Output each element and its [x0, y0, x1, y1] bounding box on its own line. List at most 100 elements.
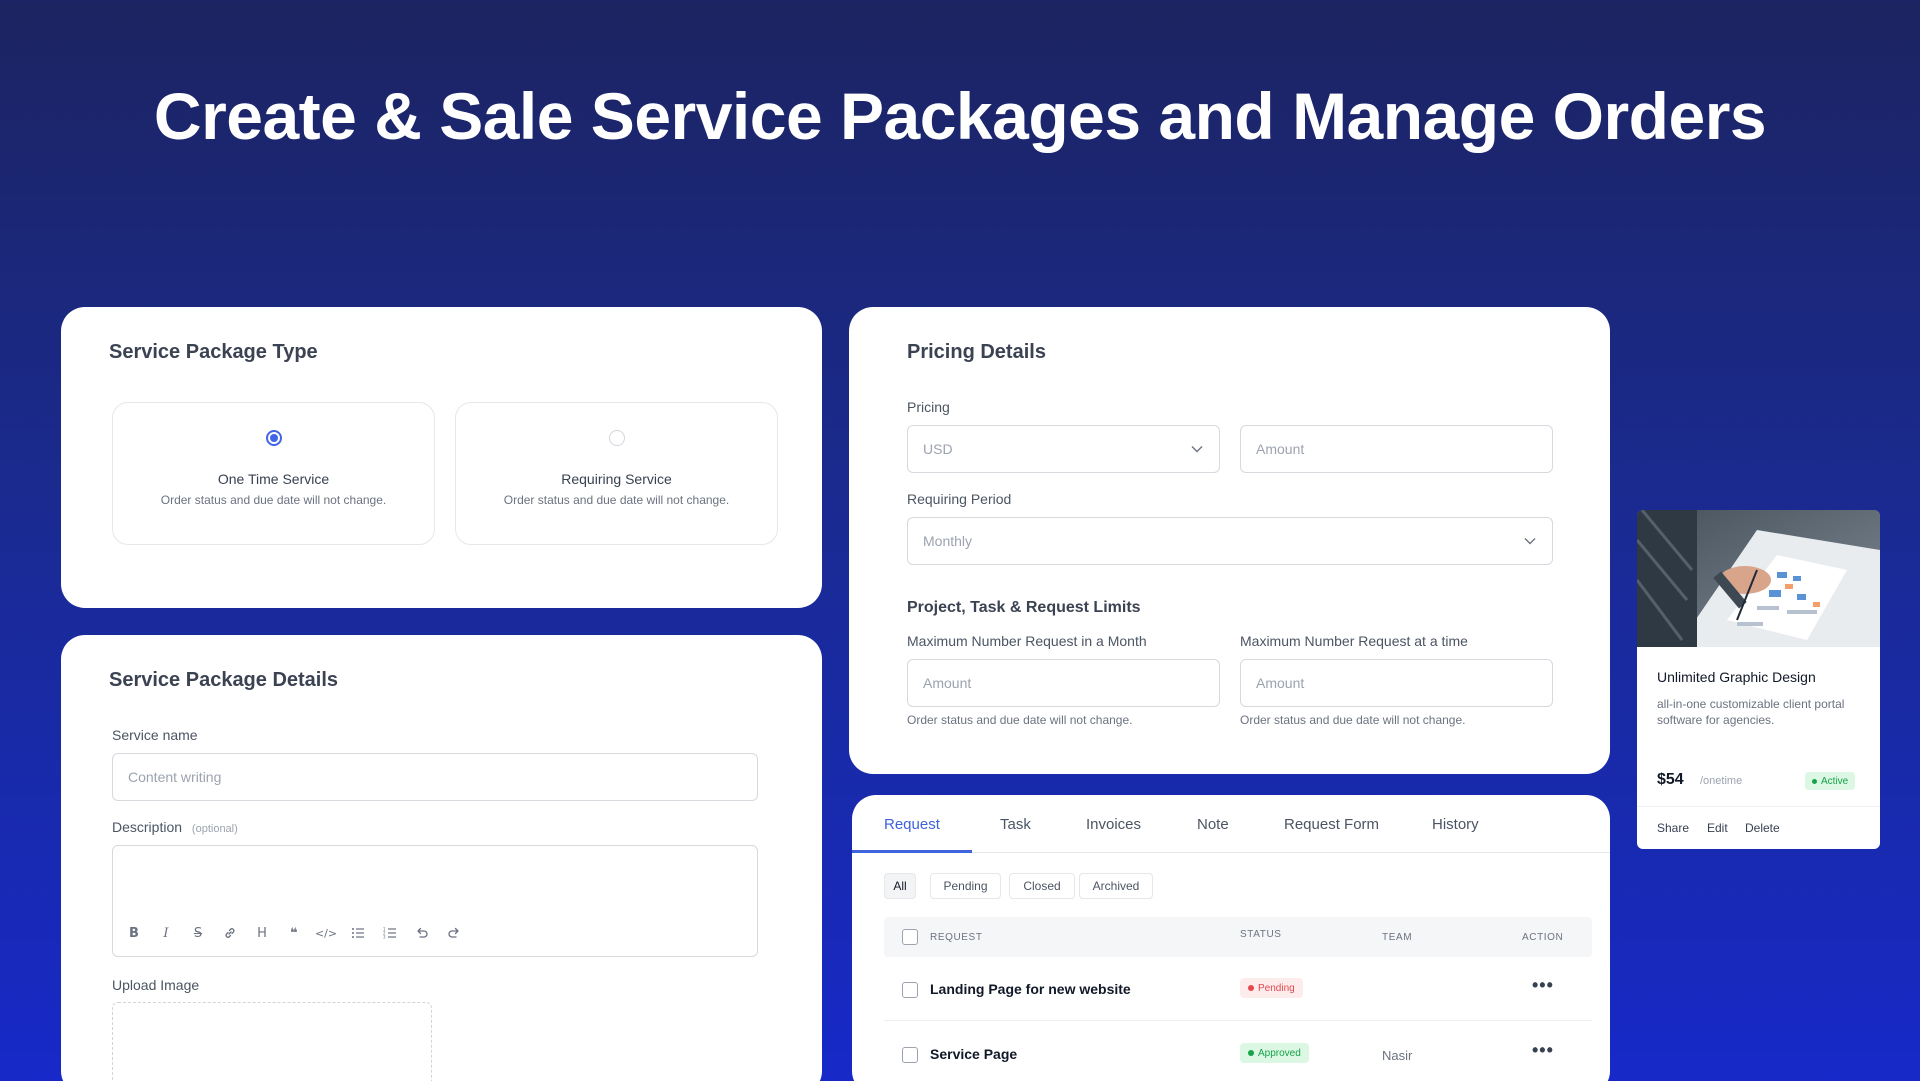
active-tab-indicator [852, 850, 972, 853]
heading-icon[interactable]: H [253, 924, 271, 942]
limit-month-input[interactable]: Amount [907, 659, 1220, 707]
card-title: Service Package Type [109, 341, 318, 363]
product-price: $54 [1657, 771, 1684, 788]
column-action: ACTION [1522, 932, 1564, 943]
select-all-checkbox[interactable] [902, 929, 918, 945]
service-name-label: Service name [112, 727, 198, 743]
option-requiring-service[interactable]: Requiring Service Order status and due d… [455, 402, 778, 545]
table-row[interactable]: Landing Page for new website Pending ••• [884, 957, 1592, 1021]
service-package-type-card: Service Package Type One Time Service Or… [61, 307, 822, 608]
filter-archived[interactable]: Archived [1079, 873, 1153, 899]
pricing-details-card: Pricing Details Pricing USD Amount Requi… [849, 307, 1610, 774]
redo-icon[interactable] [445, 924, 463, 942]
bold-icon[interactable]: B [125, 924, 143, 942]
status-dot [1248, 985, 1254, 991]
table-row[interactable]: Service Page Approved Nasir ••• [884, 1021, 1592, 1081]
description-label: Description [112, 819, 183, 835]
column-team: TEAM [1382, 932, 1413, 943]
card-title: Pricing Details [907, 341, 1046, 363]
row-checkbox[interactable] [902, 982, 918, 998]
share-link[interactable]: Share [1657, 821, 1689, 835]
product-status-badge: Active [1805, 772, 1856, 790]
tab-invoices[interactable]: Invoices [1086, 816, 1141, 833]
column-request: REQUEST [930, 932, 983, 943]
chevron-down-icon [1523, 534, 1537, 548]
product-card[interactable]: Unlimited Graphic Design all-in-one cust… [1637, 510, 1880, 849]
service-name-input[interactable]: Content writing [112, 753, 758, 801]
column-status: STATUS [1240, 929, 1282, 940]
bullet-list-icon[interactable] [349, 924, 367, 942]
currency-select[interactable]: USD [907, 425, 1220, 473]
code-icon[interactable]: </> [315, 924, 337, 942]
limit-month-hint: Order status and due date will not chang… [907, 713, 1133, 727]
edit-link[interactable]: Edit [1707, 821, 1728, 835]
requiring-period-label: Requiring Period [907, 491, 1012, 507]
hero-title: Create & Sale Service Packages and Manag… [153, 79, 1767, 153]
limit-placeholder: Amount [923, 675, 972, 691]
numbered-list-icon[interactable]: 123 [381, 924, 399, 942]
period-value: Monthly [923, 533, 973, 549]
status-text: Active [1821, 775, 1849, 787]
product-period: /onetime [1700, 775, 1743, 787]
tab-history[interactable]: History [1432, 816, 1479, 833]
option-desc: Order status and due date will not chang… [160, 493, 387, 507]
product-desc: all-in-one customizable client portal so… [1657, 697, 1845, 727]
card-title: Service Package Details [109, 669, 339, 691]
description-editor[interactable]: B I S H ❝ </> 123 [112, 845, 758, 957]
filter-all[interactable]: All [884, 873, 916, 899]
undo-icon[interactable] [413, 924, 431, 942]
radio-unselected[interactable] [609, 430, 625, 446]
option-title: Requiring Service [561, 471, 672, 487]
service-package-details-card: Service Package Details Service name Con… [61, 635, 822, 1081]
row-checkbox[interactable] [902, 1047, 918, 1063]
product-image [1637, 510, 1880, 647]
strikethrough-icon[interactable]: S [189, 924, 207, 942]
tab-request[interactable]: Request [884, 816, 940, 833]
upload-dropzone[interactable] [112, 1002, 432, 1081]
limits-title: Project, Task & Request Limits [907, 599, 1141, 616]
amount-input[interactable]: Amount [1240, 425, 1553, 473]
more-actions-icon[interactable]: ••• [1532, 1040, 1554, 1061]
more-actions-icon[interactable]: ••• [1532, 975, 1554, 996]
amount-placeholder: Amount [1256, 441, 1305, 457]
status-text: Pending [1258, 982, 1295, 994]
status-dot [1812, 778, 1817, 784]
table-header: REQUEST STATUS TEAM ACTION [884, 917, 1592, 957]
tab-bar: Request Task Invoices Note Request Form … [852, 795, 1610, 853]
svg-text:3: 3 [383, 935, 386, 940]
filter-closed[interactable]: Closed [1009, 873, 1075, 899]
optional-tag: (optional) [191, 823, 238, 835]
italic-icon[interactable]: I [157, 924, 175, 942]
request-title: Service Page [930, 1046, 1018, 1062]
status-dot [1248, 1050, 1254, 1056]
status-badge: Approved [1240, 1043, 1309, 1063]
pricing-label: Pricing [907, 399, 950, 415]
status-text: Approved [1258, 1047, 1301, 1059]
option-title: One Time Service [217, 471, 330, 487]
upload-image-label: Upload Image [112, 977, 200, 993]
quote-icon[interactable]: ❝ [285, 924, 303, 942]
orders-card: Request Task Invoices Note Request Form … [852, 795, 1610, 1081]
option-one-time-service[interactable]: One Time Service Order status and due da… [112, 402, 435, 545]
product-title: Unlimited Graphic Design [1657, 669, 1816, 685]
option-desc: Order status and due date will not chang… [503, 493, 730, 507]
limit-placeholder: Amount [1256, 675, 1305, 691]
requiring-period-select[interactable]: Monthly [907, 517, 1553, 565]
tab-task[interactable]: Task [1000, 816, 1031, 833]
limit-month-label: Maximum Number Request in a Month [907, 633, 1147, 649]
limit-time-input[interactable]: Amount [1240, 659, 1553, 707]
filter-pending[interactable]: Pending [930, 873, 1001, 899]
service-name-placeholder: Content writing [128, 769, 222, 785]
divider [1637, 806, 1880, 807]
chevron-down-icon [1190, 442, 1204, 456]
limit-time-hint: Order status and due date will not chang… [1240, 713, 1466, 727]
tab-request-form[interactable]: Request Form [1284, 816, 1379, 833]
team-name: Nasir [1382, 1048, 1413, 1063]
status-badge: Pending [1240, 978, 1303, 998]
delete-link[interactable]: Delete [1745, 821, 1780, 835]
description-label-row: Description (optional) [112, 819, 238, 835]
limit-time-label: Maximum Number Request at a time [1240, 633, 1468, 649]
link-icon[interactable] [221, 924, 239, 942]
tab-note[interactable]: Note [1197, 816, 1229, 833]
radio-selected[interactable] [266, 430, 282, 446]
